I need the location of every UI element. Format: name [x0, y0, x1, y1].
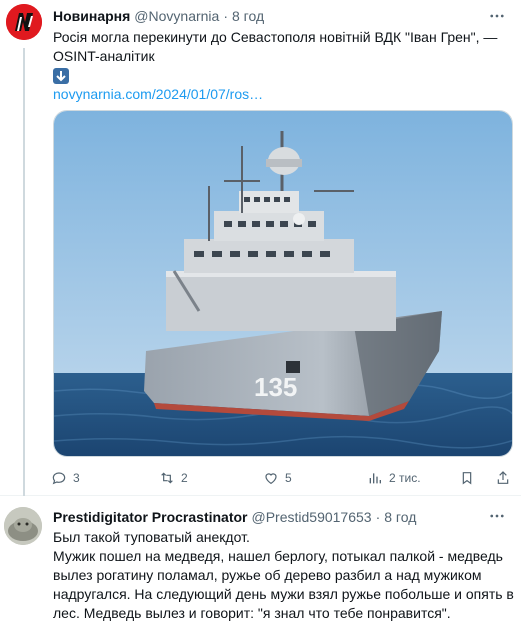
bookmark-button[interactable] [459, 468, 475, 488]
heart-icon [265, 473, 277, 485]
repost-button[interactable]: 2 [159, 468, 188, 488]
more-icon[interactable] [485, 506, 509, 526]
author-name[interactable]: Prestidigitator Procrastinator [53, 509, 248, 525]
tweet-text-line: вылез рогатину поламал, ружье об дерево … [53, 567, 482, 583]
bookmark-icon [462, 472, 472, 485]
tweet-text-line: Был такой туповатый анекдот. [53, 529, 250, 545]
tweet-text: Был такой туповатый анекдот. Мужик пошел… [53, 528, 514, 623]
reply-count: 3 [73, 471, 80, 485]
action-bar: 3 2 5 2 тис. [51, 468, 513, 488]
hull-number: 135 [254, 372, 297, 402]
like-button[interactable]: 5 [263, 468, 292, 488]
novynarnia-logo [6, 4, 42, 40]
like-count: 5 [285, 471, 292, 485]
separator-dot: · [375, 509, 381, 525]
reply-icon [52, 472, 66, 485]
tweet-header: Новинарня @Novynarnia · 8 год [53, 6, 264, 26]
avatar-image [4, 507, 42, 545]
ship-photo[interactable]: 135 [53, 110, 513, 457]
avatar[interactable] [4, 507, 42, 545]
tweet-text-line: надругался. На следующий день мужи взял … [53, 586, 514, 602]
tweet-novynarnia[interactable]: Новинарня @Novynarnia · 8 год Росія могл… [0, 0, 521, 496]
tweet-text-line: лес. Медведь вылез и говорит: "я знал чт… [53, 605, 451, 621]
repost-count: 2 [181, 471, 188, 485]
author-handle[interactable]: @Novynarnia [134, 8, 219, 24]
down-arrow-emoji-icon [53, 68, 69, 85]
tweet-text-line: OSINT-аналітик [53, 48, 155, 64]
tweet-text-line: Росія могла перекинути до Севастополя но… [53, 29, 498, 45]
share-button[interactable] [495, 468, 511, 488]
views-button[interactable]: 2 тис. [367, 468, 421, 488]
views-count: 2 тис. [389, 471, 421, 485]
author-name[interactable]: Новинарня [53, 8, 130, 24]
avatar[interactable] [6, 4, 42, 40]
timestamp[interactable]: 8 год [232, 8, 264, 24]
author-handle[interactable]: @Prestid59017653 [252, 509, 372, 525]
tweet-header: Prestidigitator Procrastinator @Prestid5… [53, 507, 416, 527]
repost-icon [161, 472, 173, 484]
timestamp[interactable]: 8 год [384, 509, 416, 525]
tweet-prestidigitator[interactable]: Prestidigitator Procrastinator @Prestid5… [0, 497, 521, 623]
article-link[interactable]: novynarnia.com/2024/01/07/ros… [53, 85, 513, 104]
tweet-text-line: Мужик пошел на медведя, нашел берлогу, п… [53, 548, 503, 564]
share-icon [497, 471, 509, 484]
views-icon [369, 473, 381, 484]
reply-button[interactable]: 3 [51, 468, 80, 488]
thread-line [23, 48, 25, 496]
tweet-text: Росія могла перекинути до Севастополя но… [53, 28, 513, 104]
separator-dot: · [223, 8, 228, 24]
more-icon[interactable] [485, 6, 509, 26]
